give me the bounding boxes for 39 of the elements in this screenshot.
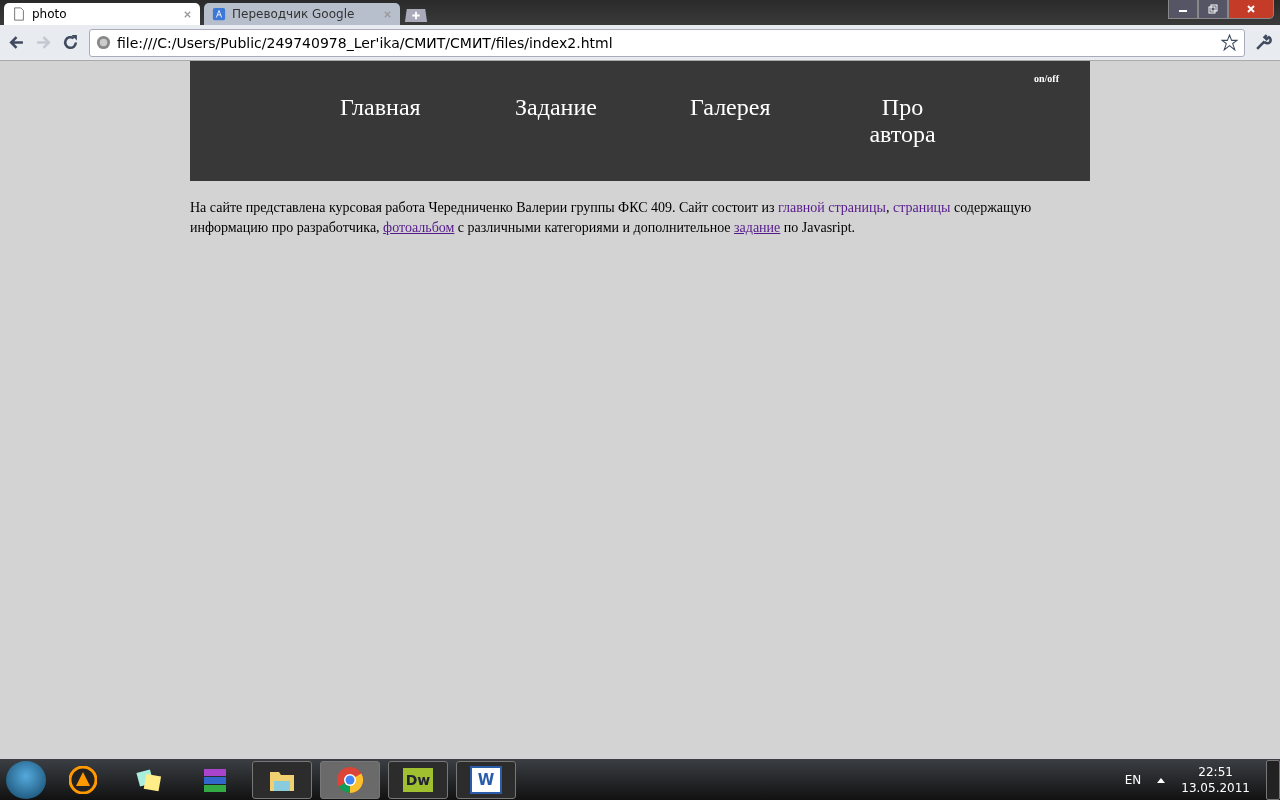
restore-icon (1208, 4, 1218, 14)
star-icon[interactable] (1221, 34, 1238, 51)
nav-link[interactable]: Главная (290, 94, 465, 148)
text-link[interactable]: главной страницы (778, 200, 886, 215)
restore-button[interactable] (1198, 0, 1228, 19)
close-icon (1246, 4, 1256, 14)
taskbar-app-button[interactable]: W (456, 760, 516, 799)
back-icon[interactable] (8, 34, 25, 51)
wrench-icon[interactable] (1255, 34, 1272, 51)
close-button[interactable] (1228, 0, 1274, 19)
reload-icon[interactable] (62, 34, 79, 51)
toggle-link[interactable]: on/off (1034, 73, 1059, 84)
translate-icon (212, 7, 226, 21)
browser-tab[interactable]: photo (4, 3, 200, 25)
text-link[interactable]: задание (734, 220, 781, 235)
text-link[interactable]: страницы (892, 200, 951, 215)
close-tab-icon[interactable] (183, 9, 192, 19)
browser-logo-icon (336, 765, 364, 794)
document-logo-icon: W (469, 765, 503, 794)
description-paragraph: На сайте представлена курсовая работа Чередниченко Валерии группы ФКС 409. Сайт состоит из главной страницы, страницы содержащую информацию про разработчика, фотоальбом с различными категориями и дополнительное задание по Javasript. (190, 199, 1033, 237)
nav-link[interactable]: Задание (465, 94, 640, 148)
app-logo-icon: Dw (402, 767, 434, 792)
show-desktop-button[interactable] (1266, 759, 1280, 800)
language-indicator[interactable]: EN (1124, 772, 1142, 787)
taskbar-app-button[interactable] (252, 760, 312, 799)
nav-link[interactable]: Про автора (815, 94, 990, 148)
taskbar-app-button[interactable]: Dw (388, 760, 448, 799)
start-button[interactable] (6, 760, 46, 799)
text-link[interactable]: фотоальбом (383, 220, 455, 235)
clock[interactable]: 22:51 13.05.2011 (1181, 763, 1250, 796)
page-icon (12, 7, 26, 21)
new-tab-icon[interactable] (404, 8, 428, 23)
caret-icon[interactable] (1157, 776, 1166, 783)
address-bar[interactable]: file:///C:/Users/Public/249740978_Ler'ika/СМИТ/СМИТ/files/index2.html (89, 28, 1245, 57)
browser-tab[interactable]: Переводчик Google (204, 3, 400, 25)
minimize-button[interactable] (1168, 0, 1198, 19)
taskbar-app-button[interactable] (320, 760, 380, 799)
nav-link[interactable]: Галерея (640, 94, 815, 148)
triangle-logo-icon (69, 765, 97, 794)
